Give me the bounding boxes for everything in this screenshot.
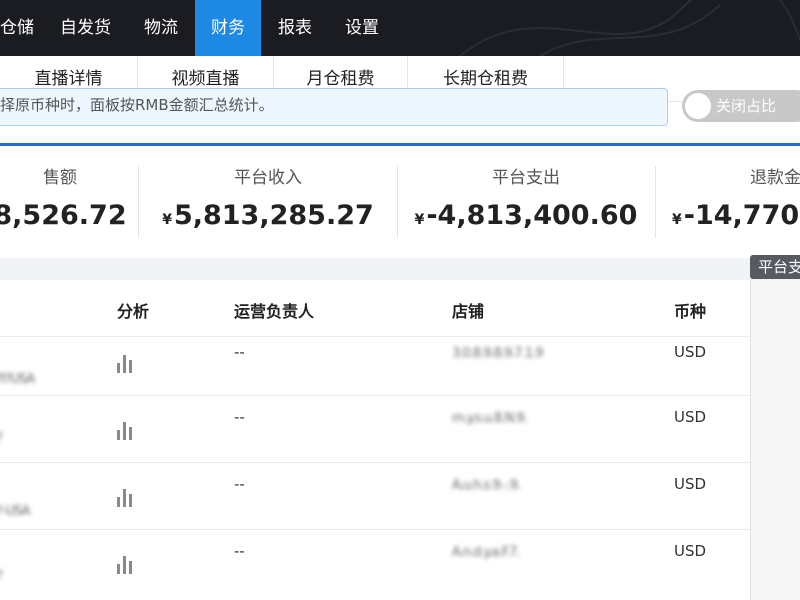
toggle-label: 关闭占比 (716, 97, 777, 115)
column-header-manager[interactable]: 运营负责人 (234, 298, 314, 322)
stat-label: 退款金 (750, 168, 800, 188)
notice-text: 择原币种时，面板按RMB金额汇总统计。 (0, 96, 274, 114)
table-row[interactable]: ?-USA -- A.u.h.s.9.-.9. USD (0, 462, 750, 529)
row-currency: USD (674, 475, 707, 493)
top-nav: 仓储 自发货 物流 财务 报表 设置 (0, 0, 800, 56)
toggle-knob (685, 93, 711, 119)
row-shop: m.y.s.u.8.N.9. (452, 411, 528, 426)
nav-item-finance[interactable]: 财务 (195, 0, 261, 56)
row-manager: -- (234, 542, 245, 560)
stat-value: ¥-4,813,400.60 (414, 200, 638, 231)
column-header-analysis[interactable]: 分析 (117, 298, 149, 322)
stat-refund: 退款金 ¥-14,770, (672, 166, 800, 246)
bar-chart-icon[interactable] (117, 489, 139, 507)
share-toggle[interactable]: 关闭占比 (682, 90, 800, 122)
row-currency: USD (674, 408, 707, 426)
nav-item-warehouse[interactable]: 仓储 (0, 0, 50, 56)
row-currency: USD (674, 343, 707, 361)
stat-platform-income: 平台收入 ¥5,813,285.27 (140, 166, 396, 246)
row-shop: A.n.d.y.a.F.7. (452, 545, 521, 560)
row-manager: -- (234, 343, 245, 361)
row-name: ? (0, 566, 3, 584)
stat-label: 平台支出 (492, 168, 560, 188)
bar-chart-icon[interactable] (117, 355, 139, 373)
data-table: 分析 运营负责人 店铺 币种 ?l?USA -- 3.0.8.9.8.9.7.1… (0, 280, 750, 600)
stat-platform-expense: 平台支出 ¥-4,813,400.60 (398, 166, 654, 246)
row-manager: -- (234, 475, 245, 493)
fixed-column-panel (750, 280, 800, 600)
nav-item-logistics[interactable]: 物流 (128, 0, 194, 56)
nav-item-settings[interactable]: 设置 (329, 0, 395, 56)
platform-expense-tag[interactable]: 平台支 (750, 255, 800, 279)
nav-item-reports[interactable]: 报表 (262, 0, 328, 56)
bar-chart-icon[interactable] (117, 556, 139, 574)
column-header-currency[interactable]: 币种 (674, 298, 706, 322)
decorative-swirl (459, 0, 800, 56)
stat-value: 8,526.72 (0, 200, 127, 231)
stat-sales: 售额 8,526.72 (0, 166, 130, 246)
row-shop: 3.0.8.9.8.9.7.1.9 (452, 346, 543, 361)
bar-chart-icon[interactable] (117, 422, 139, 440)
divider (655, 166, 656, 238)
row-name: ? (0, 428, 3, 446)
table-row[interactable]: ? -- m.y.s.u.8.N.9. USD (0, 395, 750, 462)
table-row[interactable]: ? -- A.n.d.y.a.F.7. USD (0, 529, 750, 596)
stat-label: 售额 (43, 168, 77, 188)
stat-value: ¥5,813,285.27 (162, 200, 374, 231)
row-manager: -- (234, 408, 245, 426)
section-gap (0, 258, 800, 280)
stat-label: 平台收入 (234, 168, 302, 188)
divider (138, 166, 139, 238)
table-row[interactable]: ?l?USA -- 3.0.8.9.8.9.7.1.9 USD (0, 336, 750, 403)
stat-value: ¥-14,770, (672, 200, 800, 231)
column-header-shop[interactable]: 店铺 (452, 298, 484, 322)
row-currency: USD (674, 542, 707, 560)
nav-item-self-shipping[interactable]: 自发货 (44, 0, 127, 56)
row-shop: A.u.h.s.9.-.9. (452, 478, 521, 493)
stats-panel: 售额 8,526.72 平台收入 ¥5,813,285.27 平台支出 ¥-4,… (0, 146, 800, 256)
row-name: ?-USA (0, 504, 30, 519)
row-name: ?l?USA (0, 372, 35, 387)
